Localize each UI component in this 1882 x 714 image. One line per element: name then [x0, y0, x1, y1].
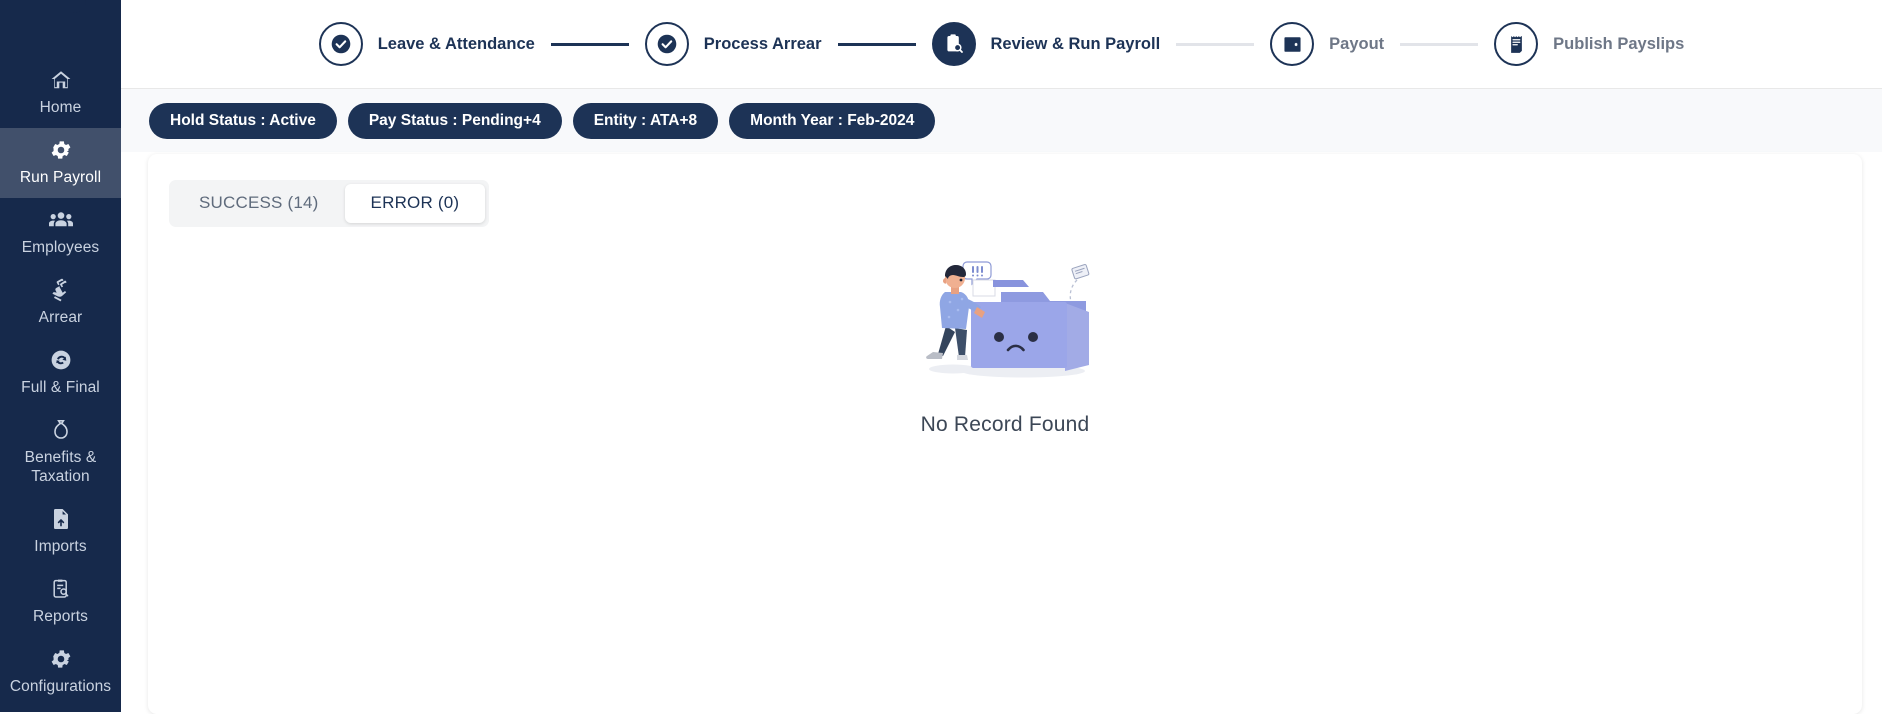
sidebar-item-home[interactable]: Home: [0, 58, 121, 128]
filter-chip-pay-status[interactable]: Pay Status : Pending+4: [347, 102, 562, 139]
step-connector: [1176, 42, 1255, 46]
sidebar: Home Run Payroll Employees Arrear Full &…: [0, 0, 121, 712]
report-search-icon: [4, 577, 117, 601]
clipboard-search-icon: [931, 22, 976, 66]
hand-cards-icon: [4, 278, 117, 302]
file-upload-icon: [4, 507, 117, 531]
sidebar-item-label: Configurations: [9, 678, 112, 695]
sidebar-item-label: Home: [39, 99, 82, 116]
sidebar-item-run-payroll[interactable]: Run Payroll: [0, 128, 121, 198]
sidebar-item-label: Benefits & Taxation: [24, 449, 97, 485]
sidebar-item-label: Reports: [33, 608, 88, 625]
refresh-circle-icon: [4, 348, 117, 372]
check-circle-icon: [318, 22, 363, 66]
sidebar-item-arrear[interactable]: Arrear: [0, 268, 121, 338]
tab-error[interactable]: ERROR (0): [344, 184, 486, 223]
step-leave-attendance[interactable]: Leave & Attendance: [318, 22, 535, 66]
money-bag-icon: [4, 418, 117, 442]
gear-icon: [4, 647, 117, 671]
step-connector: [1400, 42, 1479, 46]
step-connector: [837, 42, 916, 46]
sidebar-item-benefits-taxation[interactable]: Benefits & Taxation: [0, 408, 121, 497]
sidebar-item-full-and-final[interactable]: Full & Final: [0, 338, 121, 408]
payslip-icon: [1494, 22, 1539, 66]
sidebar-item-label: Arrear: [38, 309, 83, 326]
step-label: Payout: [1329, 34, 1385, 53]
sidebar-item-configurations[interactable]: Configurations: [0, 637, 121, 707]
payroll-stepper-bar: Leave & Attendance Process Arrear Review…: [121, 0, 1882, 89]
step-label: Publish Payslips: [1553, 34, 1685, 53]
sidebar-item-label: Imports: [34, 538, 87, 555]
empty-state-caption: No Record Found: [920, 413, 1090, 436]
step-label: Process Arrear: [703, 34, 822, 53]
sidebar-item-imports[interactable]: Imports: [0, 497, 121, 567]
main-content: Leave & Attendance Process Arrear Review…: [121, 0, 1882, 714]
home-icon: [4, 68, 117, 92]
filter-chip-entity[interactable]: Entity : ATA+8: [572, 102, 719, 139]
step-payout[interactable]: Payout: [1270, 22, 1384, 66]
step-label: Leave & Attendance: [377, 34, 535, 53]
sidebar-item-reports[interactable]: Reports: [0, 567, 121, 637]
step-connector: [550, 42, 629, 46]
check-circle-icon: [644, 22, 689, 66]
step-process-arrear[interactable]: Process Arrear: [644, 22, 822, 66]
sidebar-item-label: Employees: [21, 239, 100, 256]
people-icon: [4, 208, 117, 232]
sidebar-item-label: Run Payroll: [19, 169, 102, 186]
step-label: Review & Run Payroll: [990, 34, 1161, 53]
tab-success[interactable]: SUCCESS (14): [173, 184, 345, 223]
gear-icon: [4, 138, 117, 162]
step-review-run-payroll[interactable]: Review & Run Payroll: [931, 22, 1161, 66]
sidebar-top-notch: [0, 0, 86, 13]
payroll-result-card: SUCCESS (14) ERROR (0) No Record Found: [148, 154, 1862, 714]
person-pushing-sad-folder-illustration: [905, 240, 1105, 395]
step-publish-payslips[interactable]: Publish Payslips: [1494, 22, 1684, 66]
filter-chip-month-year[interactable]: Month Year : Feb-2024: [729, 102, 936, 139]
sidebar-item-label: Full & Final: [21, 379, 100, 396]
payroll-stepper: Leave & Attendance Process Arrear Review…: [318, 22, 1684, 66]
filter-chip-bar: Hold Status : Active Pay Status : Pendin…: [121, 89, 1882, 152]
filter-chip-hold-status[interactable]: Hold Status : Active: [149, 102, 337, 139]
sidebar-item-employees[interactable]: Employees: [0, 198, 121, 268]
wallet-icon: [1270, 22, 1315, 66]
result-tabs: SUCCESS (14) ERROR (0): [169, 180, 490, 227]
empty-state: No Record Found: [148, 240, 1862, 437]
